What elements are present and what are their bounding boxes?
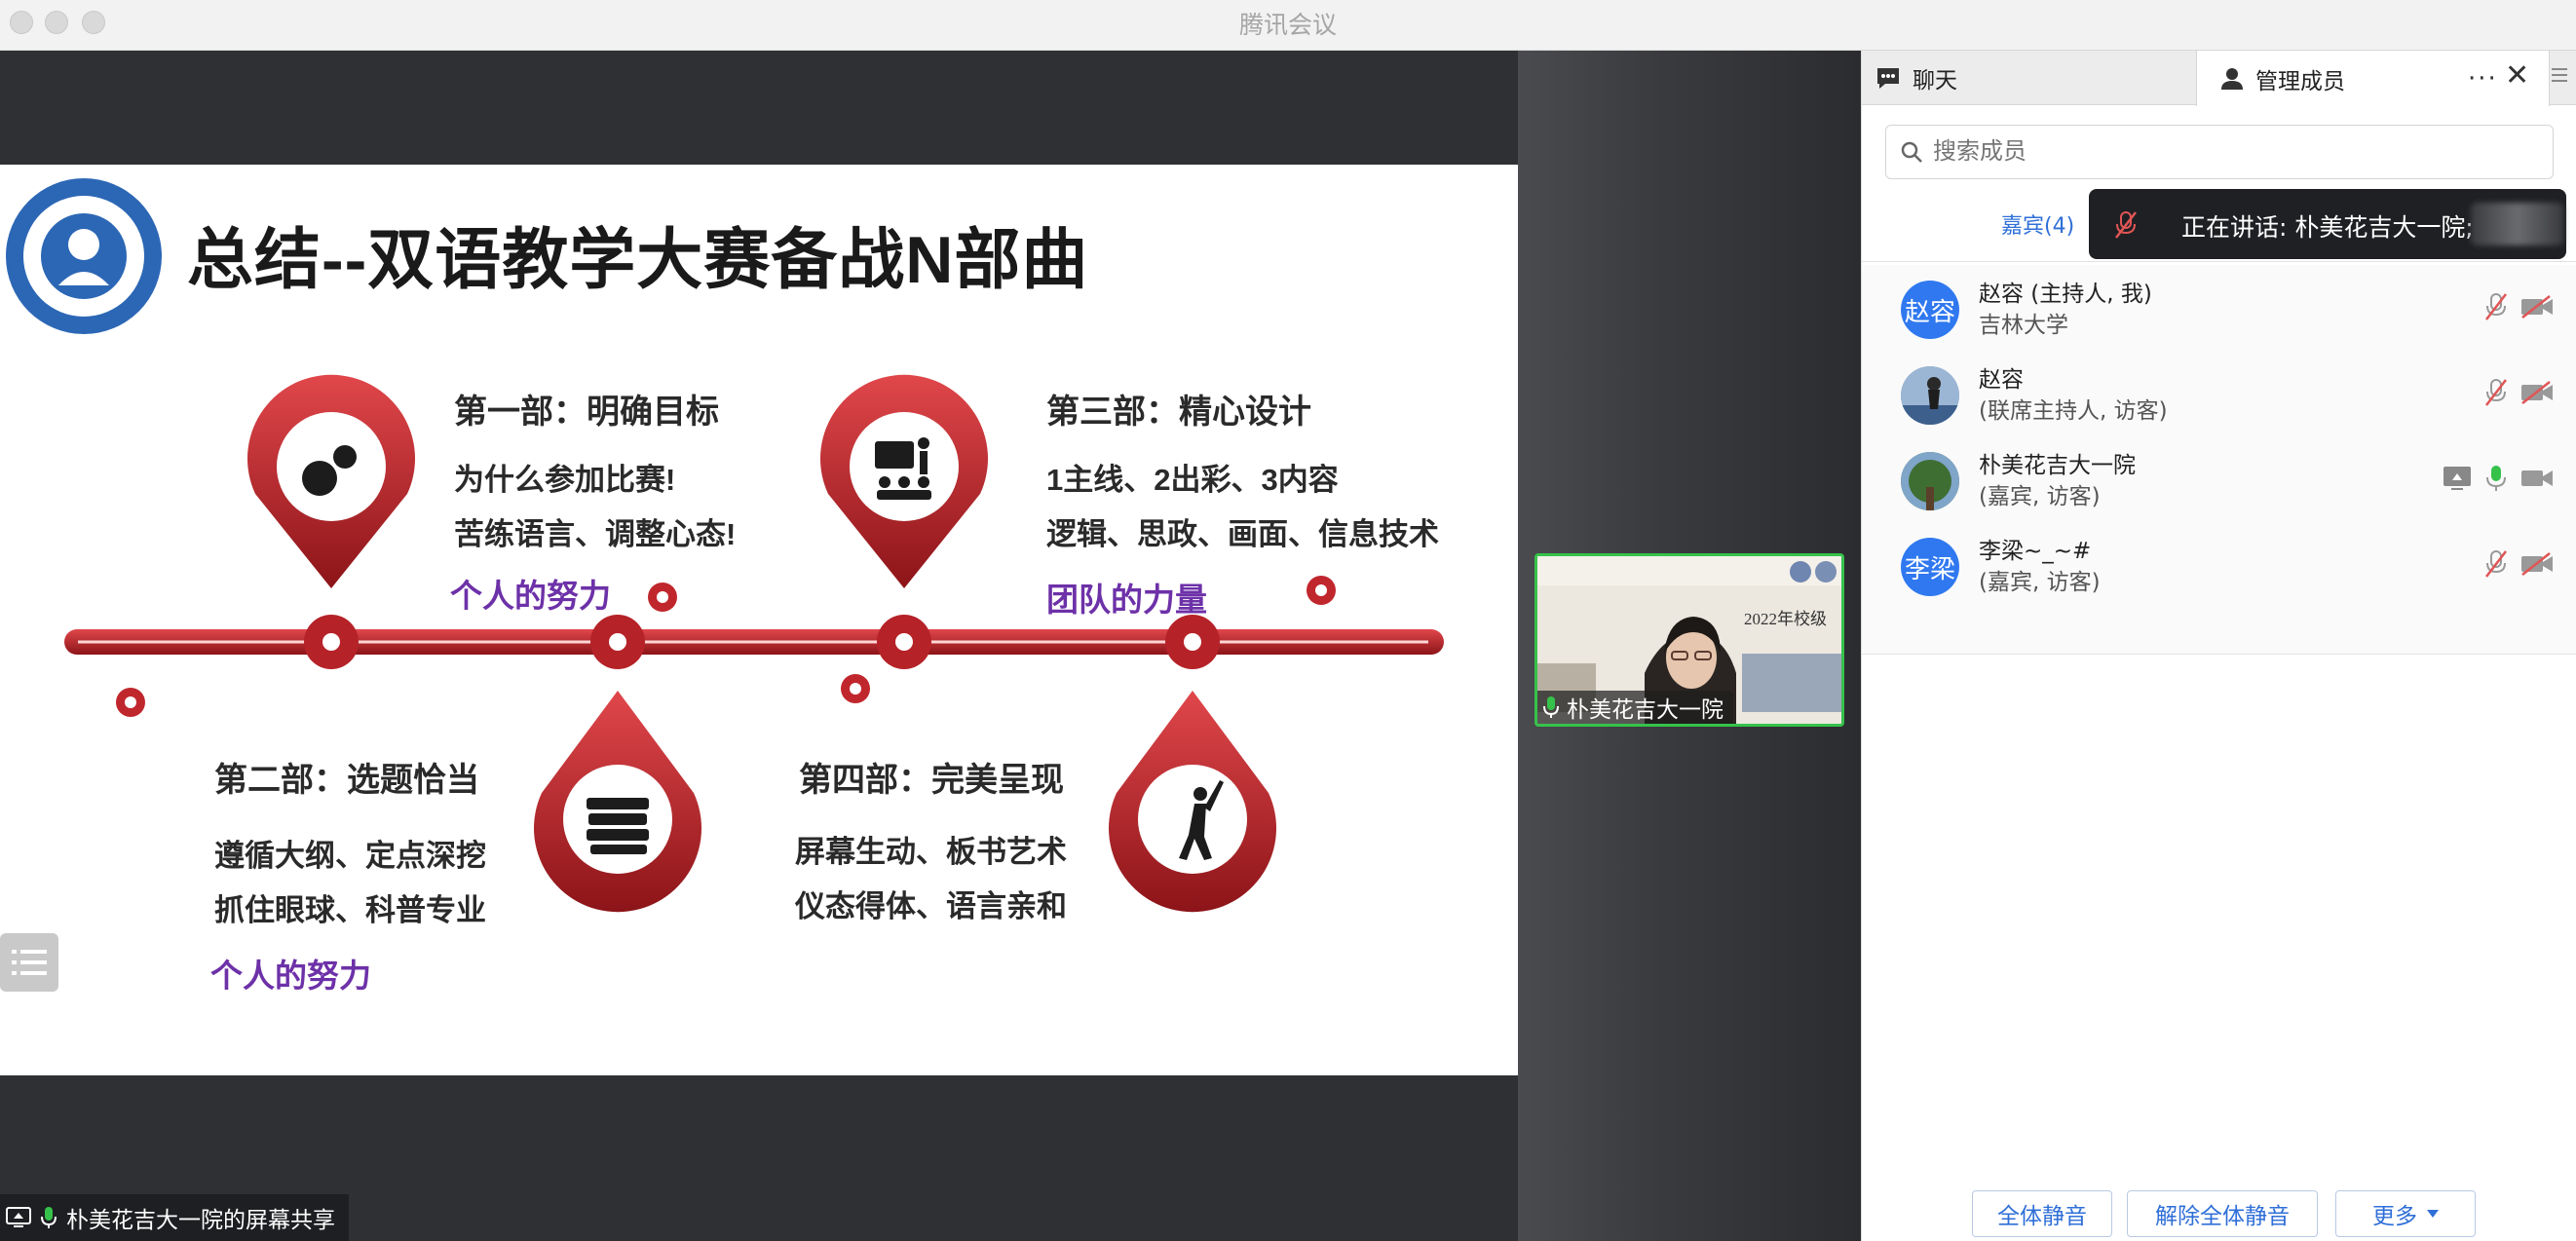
blurred-region: [2471, 203, 2563, 245]
camera-off-icon[interactable]: [2520, 295, 2554, 319]
speaking-text: 正在讲话: 朴美花吉大一院;: [2181, 213, 2474, 242]
avatar: 李梁: [1901, 538, 1959, 596]
menu-icon[interactable]: [2544, 60, 2573, 90]
mic-muted-icon[interactable]: [2485, 378, 2507, 407]
more-options-icon[interactable]: ···: [2468, 64, 2498, 94]
camera-off-icon[interactable]: [2520, 552, 2554, 576]
screen-share-label: 朴美花吉大一院的屏幕共享: [0, 1194, 349, 1241]
camera-on-icon[interactable]: [2520, 467, 2554, 490]
part2-line-1: 遵循大纲、定点深挖: [214, 839, 486, 873]
panel-footer: 全体静音 解除全体静音 更多: [1862, 1151, 2576, 1241]
mic-on-icon: [1543, 696, 1559, 718]
mic-muted-icon[interactable]: [2485, 292, 2507, 321]
part1-line-1: 为什么参加比赛!: [454, 463, 676, 497]
member-name: 李梁~_~#: [1979, 539, 2092, 564]
member-search-input[interactable]: [1933, 138, 2518, 166]
part1-tag: 个人的努力: [450, 578, 611, 614]
member-role: (嘉宾, 访客): [1979, 570, 2101, 595]
member-row[interactable]: 朴美花吉大一院 (嘉宾, 访客): [1862, 438, 2576, 524]
avatar: [1901, 366, 1959, 425]
mic-on-icon: [41, 1207, 57, 1228]
member-role: (嘉宾, 访客): [1979, 484, 2101, 509]
member-search-box[interactable]: [1885, 125, 2554, 179]
search-icon: [1901, 141, 1922, 163]
part4-line-1: 屏幕生动、板书艺术: [795, 835, 1067, 869]
participant-video-tile[interactable]: 2022年校级 朴美花吉大一院: [1534, 553, 1844, 727]
video-name-bar: 朴美花吉大一院: [1537, 691, 1733, 724]
chevron-down-icon: [2427, 1210, 2439, 1218]
part4-line-2: 仪态得体、语言亲和: [795, 889, 1067, 923]
members-panel: 聊天 管理成员 ··· ✕ 嘉宾(4) 正在讲话: 朴美花吉大一院; 赵容 赵容…: [1861, 51, 2576, 1241]
member-name: 赵容: [1979, 367, 2024, 393]
avatar-photo: [1901, 366, 1959, 425]
part1-line-2: 苦练语言、调整心态!: [454, 517, 737, 551]
screen-share-icon: [6, 1207, 31, 1227]
mic-muted-icon: [2115, 211, 2137, 239]
member-list: 赵容 赵容 (主持人, 我) 吉林大学 赵容 (联席主持人, 访客) 朴美花吉大…: [1862, 265, 2576, 655]
member-name: 朴美花吉大一院: [1979, 453, 2136, 478]
part4-heading: 第四部：完美呈现: [799, 762, 1064, 799]
part3-line-2: 逻辑、思政、画面、信息技术: [1046, 517, 1439, 551]
avatar: 赵容: [1901, 281, 1959, 339]
unmute-all-button[interactable]: 解除全体静音: [2127, 1190, 2318, 1237]
person-icon: [2221, 67, 2243, 90]
more-button-label: 更多: [2372, 1203, 2417, 1228]
part3-tag: 团队的力量: [1046, 582, 1207, 618]
timeline-graphic: [64, 374, 1444, 913]
divider: [1862, 261, 2576, 262]
toc-toggle-button[interactable]: [0, 933, 58, 992]
part1-heading: 第一部：明确目标: [454, 394, 719, 431]
part2-tag: 个人的努力: [210, 958, 371, 994]
avatar: [1901, 452, 1959, 510]
shared-slide: 总结--双语教学大赛备战N部曲 第一部：明确目标 为什么参加比赛! 苦练语言、调…: [0, 165, 1518, 1075]
member-row[interactable]: 赵容 赵容 (主持人, 我) 吉林大学: [1862, 267, 2576, 353]
camera-off-icon[interactable]: [2520, 381, 2554, 404]
window-titlebar: 腾讯会议: [0, 0, 2576, 51]
video-backdrop-text: 2022年校级: [1744, 610, 1827, 628]
member-name: 赵容 (主持人, 我): [1979, 282, 2152, 307]
speaking-indicator: 正在讲话: 朴美花吉大一院;: [2089, 189, 2566, 259]
part2-heading: 第二部：选题恰当: [214, 762, 479, 799]
member-row[interactable]: 李梁 李梁~_~# (嘉宾, 访客): [1862, 524, 2576, 610]
panel-tabs: 聊天 管理成员 ··· ✕: [1862, 51, 2576, 106]
mic-muted-icon[interactable]: [2485, 549, 2507, 579]
member-role: (联席主持人, 访客): [1979, 398, 2168, 424]
part2-line-2: 抓住眼球、科普专业: [214, 893, 486, 927]
part3-heading: 第三部：精心设计: [1046, 394, 1311, 431]
part3-line-1: 1主线、2出彩、3内容: [1046, 463, 1339, 497]
mic-on-icon[interactable]: [2485, 464, 2507, 493]
video-participant-name: 朴美花吉大一院: [1567, 697, 1724, 723]
member-role: 吉林大学: [1979, 313, 2068, 338]
guest-filter-tab[interactable]: 嘉宾(4): [2001, 208, 2074, 240]
tab-chat-label: 聊天: [1913, 68, 1957, 94]
member-row[interactable]: 赵容 (联席主持人, 访客): [1862, 353, 2576, 438]
screen-share-label-text: 朴美花吉大一院的屏幕共享: [66, 1208, 335, 1233]
app-title: 腾讯会议: [1238, 11, 1337, 39]
tab-members-label: 管理成员: [2255, 68, 2345, 94]
more-button[interactable]: 更多: [2335, 1190, 2476, 1237]
mute-all-button[interactable]: 全体静音: [1972, 1190, 2112, 1237]
chat-icon: [1877, 68, 1899, 89]
tab-chat[interactable]: 聊天: [1875, 51, 1957, 105]
list-icon: [12, 950, 47, 975]
close-panel-icon[interactable]: ✕: [2505, 58, 2529, 93]
screen-sharing-icon: [2443, 467, 2471, 490]
avatar-photo: [1901, 452, 1959, 510]
